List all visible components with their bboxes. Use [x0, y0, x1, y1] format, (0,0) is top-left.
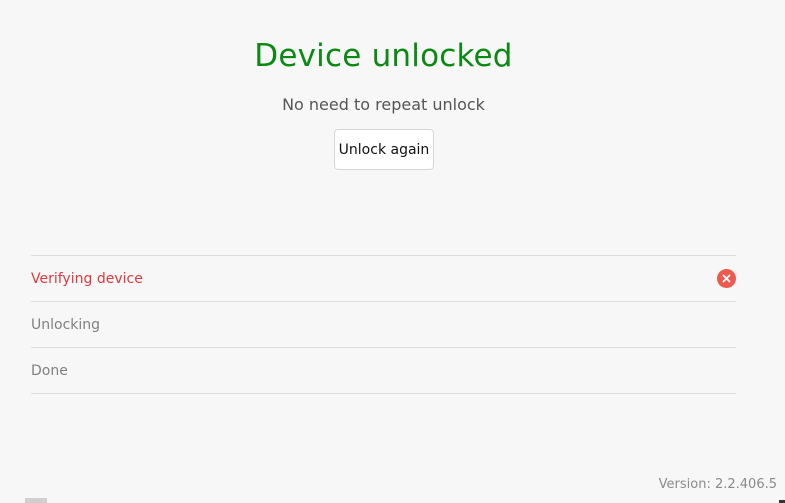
- error-x-icon: [717, 269, 736, 288]
- step-done: Done: [31, 348, 736, 394]
- step-verifying-device: Verifying device: [31, 256, 736, 302]
- step-label: Unlocking: [31, 316, 101, 333]
- progress-steps-list: Verifying device Unlocking Done: [31, 255, 736, 394]
- version-label: Version: 2.2.406.5: [658, 477, 777, 492]
- step-label: Done: [31, 362, 68, 379]
- unlock-status-page: Device unlocked No need to repeat unlock…: [0, 0, 785, 503]
- unlock-again-button[interactable]: Unlock again: [334, 129, 434, 170]
- step-label: Verifying device: [31, 270, 143, 287]
- step-unlocking: Unlocking: [31, 302, 736, 348]
- page-subtitle: No need to repeat unlock: [282, 95, 485, 114]
- scrollbar-thumb[interactable]: [25, 498, 47, 503]
- page-title: Device unlocked: [254, 38, 513, 74]
